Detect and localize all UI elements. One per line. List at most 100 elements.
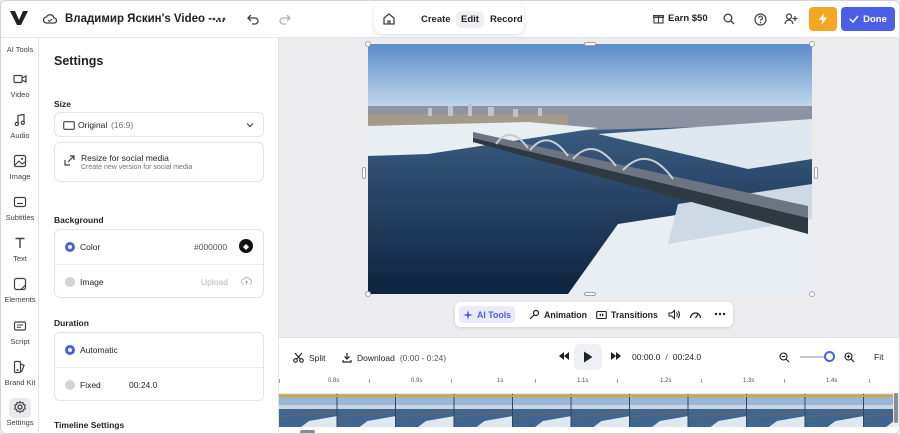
- add-user-icon[interactable]: [782, 10, 800, 28]
- video-frame-image: [368, 44, 812, 294]
- fixed-duration-value[interactable]: 00:24.0: [129, 380, 157, 390]
- timeline-ruler[interactable]: 0.8s 0.9s 1s 1.1s 1.2s 1.3s 1.4s: [279, 375, 899, 393]
- resize-handle-bottom-left[interactable]: [365, 291, 371, 297]
- upload-link[interactable]: Upload: [201, 277, 228, 287]
- rail-item-settings[interactable]: Settings: [1, 398, 39, 427]
- horizontal-scrollbar[interactable]: [300, 430, 315, 433]
- split-button[interactable]: Split: [293, 352, 326, 363]
- image-radio[interactable]: [65, 277, 75, 287]
- image-label: Image: [80, 277, 104, 287]
- settings-panel: Settings Size Original (16:9) Resize for…: [39, 38, 279, 433]
- resize-handle-right[interactable]: [814, 167, 818, 179]
- script-icon: [13, 320, 27, 331]
- automatic-radio[interactable]: [65, 345, 75, 355]
- tick-mark: [784, 379, 785, 383]
- resize-description: Create new version for social media: [81, 164, 193, 171]
- tab-create[interactable]: Create: [416, 11, 456, 28]
- rail-item-audio[interactable]: Audio: [1, 111, 39, 140]
- total-time: 00:24.0: [672, 352, 702, 362]
- download-button[interactable]: Download (0:00 - 0:24): [342, 352, 446, 363]
- fit-button[interactable]: Fit: [874, 352, 883, 362]
- background-image-row[interactable]: Image Upload: [55, 265, 263, 299]
- chevron-down-icon: [246, 123, 254, 128]
- vertical-scrollbar[interactable]: [894, 393, 898, 423]
- mode-switcher: Create Edit Record: [374, 4, 524, 34]
- check-icon: [849, 15, 859, 23]
- skip-back-icon[interactable]: [559, 352, 569, 360]
- play-button[interactable]: [574, 344, 602, 370]
- ai-tools-button[interactable]: AI Tools: [459, 306, 516, 323]
- rail-item-image[interactable]: Image: [1, 152, 39, 181]
- rail-label: Script: [10, 337, 30, 346]
- skip-forward-icon[interactable]: [611, 352, 621, 360]
- rail-item-subtitles[interactable]: Subtitles: [1, 193, 39, 222]
- upload-icon[interactable]: [241, 276, 252, 286]
- upgrade-button[interactable]: [809, 7, 837, 31]
- left-rail: AI Tools Video Audio Image Subtitles Tex…: [1, 38, 39, 433]
- tab-edit[interactable]: Edit: [456, 11, 484, 28]
- earn-label: Earn $50: [668, 13, 708, 24]
- resize-handle-left[interactable]: [362, 167, 366, 179]
- more-options-icon[interactable]: [210, 10, 228, 28]
- download-icon: [342, 353, 352, 363]
- resize-handle-bottom-right[interactable]: [809, 291, 815, 297]
- subtitles-icon: [13, 196, 27, 207]
- done-button[interactable]: Done: [841, 7, 895, 31]
- ai-tools-label: AI Tools: [477, 309, 512, 320]
- fit-label: Fit: [874, 352, 884, 362]
- app-window: Владимир Яскин's Video - ... Create Edit…: [0, 0, 900, 434]
- color-hex-value[interactable]: #000000: [194, 242, 227, 252]
- cloud-saved-icon: [43, 14, 57, 24]
- resize-icon: [64, 155, 75, 166]
- color-radio[interactable]: [65, 242, 75, 252]
- zoom-out-icon[interactable]: [779, 352, 790, 363]
- background-section-label: Background: [54, 215, 104, 225]
- zoom-slider-handle[interactable]: [824, 351, 835, 362]
- fixed-radio[interactable]: [65, 380, 75, 390]
- transitions-button[interactable]: Transitions: [592, 306, 662, 323]
- tab-record[interactable]: Record: [485, 11, 528, 28]
- volume-icon[interactable]: [667, 307, 681, 321]
- download-range: (0:00 - 0:24): [399, 352, 447, 363]
- tick-mark: [617, 379, 618, 383]
- video-preview[interactable]: [362, 41, 818, 297]
- animation-button[interactable]: Animation: [525, 306, 591, 323]
- panel-title: Settings: [54, 54, 104, 68]
- rail-item-ai-tools[interactable]: AI Tools: [1, 45, 39, 54]
- size-dropdown[interactable]: Original (16:9): [54, 112, 264, 137]
- help-icon[interactable]: [751, 10, 769, 28]
- resize-handle-top[interactable]: [584, 42, 596, 46]
- time-display: 00:00.0 / 00:24.0: [632, 352, 701, 362]
- redo-icon[interactable]: [276, 10, 294, 28]
- search-icon[interactable]: [720, 10, 738, 28]
- duration-automatic-row[interactable]: Automatic: [55, 333, 263, 367]
- resize-social-card[interactable]: Resize for social media Create new versi…: [54, 142, 264, 182]
- logo-icon[interactable]: [9, 9, 29, 27]
- project-title[interactable]: Владимир Яскин's Video - ...: [65, 13, 225, 25]
- tick-mark: [279, 379, 280, 383]
- resize-handle-top-right[interactable]: [809, 41, 815, 47]
- rail-label: Audio: [10, 131, 30, 140]
- resize-handle-bottom[interactable]: [584, 292, 596, 296]
- bolt-icon: [819, 13, 827, 25]
- undo-icon[interactable]: [244, 10, 262, 28]
- rail-item-text[interactable]: Text: [1, 234, 39, 263]
- animation-label: Animation: [544, 309, 588, 320]
- background-color-row[interactable]: Color #000000: [55, 230, 263, 264]
- rail-item-brand-kit[interactable]: Brand Kit: [1, 358, 39, 387]
- rail-item-script[interactable]: Script: [1, 317, 39, 346]
- video-track[interactable]: [279, 394, 893, 427]
- rail-label: Brand Kit: [4, 378, 36, 387]
- zoom-in-icon[interactable]: [844, 352, 855, 363]
- rail-label: Text: [13, 254, 27, 263]
- resize-handle-top-left[interactable]: [365, 41, 371, 47]
- earn-button[interactable]: Earn $50: [653, 13, 708, 24]
- rail-item-elements[interactable]: Elements: [1, 275, 39, 304]
- more-options-icon[interactable]: [713, 307, 727, 321]
- rail-item-video[interactable]: Video: [1, 70, 39, 99]
- duration-fixed-row[interactable]: Fixed 00:24.0: [55, 368, 263, 402]
- home-icon[interactable]: [380, 10, 398, 28]
- color-swatch[interactable]: [239, 239, 253, 253]
- speed-icon[interactable]: [688, 307, 702, 321]
- size-value: Original: [78, 120, 108, 130]
